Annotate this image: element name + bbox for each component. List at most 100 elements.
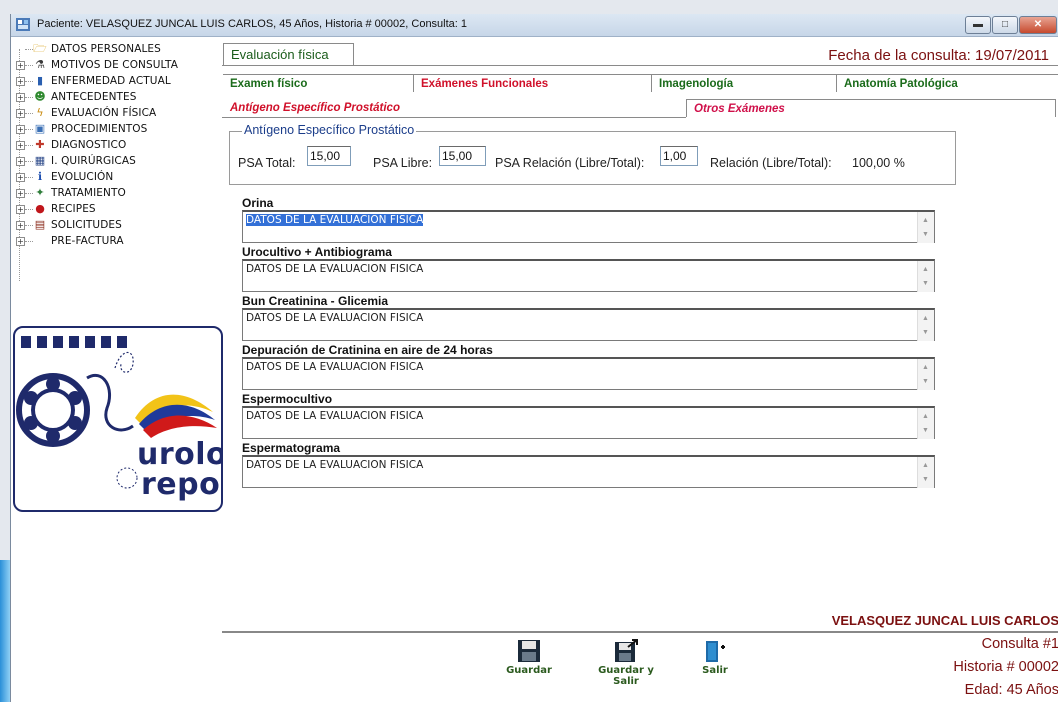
section-textarea[interactable]: DATOS DE LA EVALUACION FISICA ▲ ▼ [242, 308, 935, 341]
tree-item[interactable]: + ℹ EVOLUCIÓN [13, 169, 221, 185]
title-bar: Paciente: VELASQUEZ JUNCAL LUIS CARLOS, … [11, 14, 1058, 37]
scroll-down-icon[interactable]: ▼ [922, 476, 929, 483]
patient-name: VELASQUEZ JUNCAL LUIS CARLOS [831, 613, 1058, 628]
tree-connector [25, 177, 33, 178]
scroll-up-icon[interactable]: ▲ [922, 462, 929, 469]
scroll-up-icon[interactable]: ▲ [922, 217, 929, 224]
scrollbar[interactable]: ▲ ▼ [917, 408, 934, 439]
document-stack-icon: ▤ [34, 218, 46, 231]
tab-underline [222, 65, 1058, 66]
expand-icon[interactable]: + [16, 77, 25, 86]
scrollbar[interactable]: ▲ ▼ [917, 359, 934, 390]
tab-evaluacion-fisica[interactable]: Evaluación física [223, 43, 354, 65]
expand-icon[interactable]: + [16, 237, 25, 246]
section-textarea[interactable]: DATOS DE LA EVALUACION FISICA ▲ ▼ [242, 406, 935, 439]
expand-icon[interactable]: + [16, 125, 25, 134]
expand-icon[interactable]: + [16, 173, 25, 182]
tree-item[interactable]: + ▣ PROCEDIMIENTOS [13, 121, 221, 137]
tree-item-label: I. QUIRÚRGICAS [51, 155, 136, 167]
expand-icon[interactable]: + [16, 109, 25, 118]
section-label: Bun Creatinina - Glicemia [242, 294, 389, 308]
flask-icon: ⚗ [35, 58, 45, 71]
section-textarea[interactable]: DATOS DE LA EVALUACION FISICA ▲ ▼ [242, 357, 935, 390]
tab-examen-fisico[interactable]: Examen físico [223, 74, 413, 92]
maximize-button[interactable]: □ [992, 16, 1018, 34]
tree-item[interactable]: + ▦ I. QUIRÚRGICAS [13, 153, 221, 169]
expand-icon[interactable]: + [16, 221, 25, 230]
tree-item-label: RECIPES [51, 203, 96, 215]
expand-icon[interactable]: + [16, 61, 25, 70]
expand-icon[interactable]: + [16, 93, 25, 102]
floppy-disk-icon [517, 639, 541, 663]
tree-item[interactable]: + PRE-FACTURA [13, 233, 221, 249]
tree-item[interactable]: + ✚ DIAGNOSTICO [13, 137, 221, 153]
tree-connector [25, 97, 33, 98]
guardar-y-salir-button[interactable]: Guardar y Salir [585, 639, 667, 687]
tree-item[interactable]: + ⚗ MOTIVOS DE CONSULTA [13, 57, 221, 73]
tree-item[interactable]: + ▮ ENFERMEDAD ACTUAL [13, 73, 221, 89]
section-textarea[interactable]: DATOS DE LA EVALUACION FISICA ▲ ▼ [242, 259, 935, 292]
section-text: DATOS DE LA EVALUACION FISICA [246, 459, 424, 471]
scroll-down-icon[interactable]: ▼ [922, 329, 929, 336]
tree-item[interactable]: 🗁 DATOS PERSONALES [13, 41, 221, 57]
minimize-button[interactable]: ▬ [965, 16, 991, 34]
scrollbar[interactable]: ▲ ▼ [917, 457, 934, 488]
tree-connector [25, 193, 33, 194]
scroll-down-icon[interactable]: ▼ [922, 427, 929, 434]
fecha-value: 19/07/2011 [975, 47, 1049, 64]
scroll-down-icon[interactable]: ▼ [922, 378, 929, 385]
family-icon: ☻ [34, 90, 46, 103]
psa-total-input[interactable]: 15,00 [307, 146, 351, 166]
scrollbar[interactable]: ▲ ▼ [917, 212, 934, 243]
close-button[interactable]: ✕ [1019, 16, 1057, 34]
expand-icon[interactable]: + [16, 141, 25, 150]
tree-item[interactable]: + ☻ ANTECEDENTES [13, 89, 221, 105]
desktop-edge [0, 560, 10, 702]
scroll-up-icon[interactable]: ▲ [922, 413, 929, 420]
tree-connector [25, 65, 33, 66]
tree-item-label: TRATAMIENTO [51, 187, 126, 199]
tree-item[interactable]: + ● RECIPES [13, 201, 221, 217]
tree-connector [25, 113, 33, 114]
tab-examenes-funcionales[interactable]: Exámenes Funcionales [413, 74, 651, 92]
tab-anatomia-patologica[interactable]: Anatomía Patológica [836, 74, 1058, 92]
tree-item[interactable]: + ▤ SOLICITUDES [13, 217, 221, 233]
tree-connector [25, 209, 33, 210]
tab-imagenologia[interactable]: Imagenología [651, 74, 836, 92]
tree-item-label: MOTIVOS DE CONSULTA [51, 59, 179, 71]
section-label: Espermocultivo [242, 392, 333, 406]
salir-label: Salir [702, 665, 728, 676]
section-label: Orina [242, 196, 274, 210]
tree-item-label: EVALUACIÓN FÍSICA [51, 107, 157, 119]
section-textarea[interactable]: DATOS DE LA EVALUACION FISICA ▲ ▼ [242, 210, 935, 243]
tree-item[interactable]: + ✦ TRATAMIENTO [13, 185, 221, 201]
expand-icon[interactable]: + [16, 157, 25, 166]
subtab-antigeno[interactable]: Antígeno Específico Prostático [223, 99, 683, 117]
scroll-up-icon[interactable]: ▲ [922, 364, 929, 371]
scrollbar[interactable]: ▲ ▼ [917, 261, 934, 292]
bottom-separator [222, 631, 1058, 633]
main-panel: Evaluación física Fecha de la consulta: … [222, 41, 1058, 633]
subtab-otros-examenes[interactable]: Otros Exámenes [686, 99, 1056, 117]
expand-icon[interactable]: + [16, 205, 25, 214]
salir-button[interactable]: Salir [695, 639, 735, 676]
guardar-button[interactable]: Guardar [499, 639, 559, 676]
scroll-down-icon[interactable]: ▼ [922, 280, 929, 287]
section-text: DATOS DE LA EVALUACION FISICA [246, 410, 424, 422]
psa-libre-input[interactable]: 15,00 [439, 146, 486, 166]
scrollbar[interactable]: ▲ ▼ [917, 310, 934, 341]
expand-icon[interactable]: + [16, 189, 25, 198]
scroll-up-icon[interactable]: ▲ [922, 266, 929, 273]
patient-edad: Edad: 45 Años [964, 682, 1058, 698]
psa-relacion-input[interactable]: 1,00 [660, 146, 698, 166]
tree-connector [25, 129, 33, 130]
scroll-down-icon[interactable]: ▼ [922, 231, 929, 238]
tree-item[interactable]: + ϟ EVALUACIÓN FÍSICA [13, 105, 221, 121]
scroll-up-icon[interactable]: ▲ [922, 315, 929, 322]
medicine-icon: ✦ [35, 186, 45, 199]
monitor-icon: ▣ [34, 122, 46, 135]
psa-group-title: Antígeno Específico Prostático [242, 123, 417, 137]
section-textarea[interactable]: DATOS DE LA EVALUACION FISICA ▲ ▼ [242, 455, 935, 488]
psa-group: Antígeno Específico Prostático PSA Total… [229, 123, 956, 185]
psa-libre-label: PSA Libre: [373, 156, 433, 170]
